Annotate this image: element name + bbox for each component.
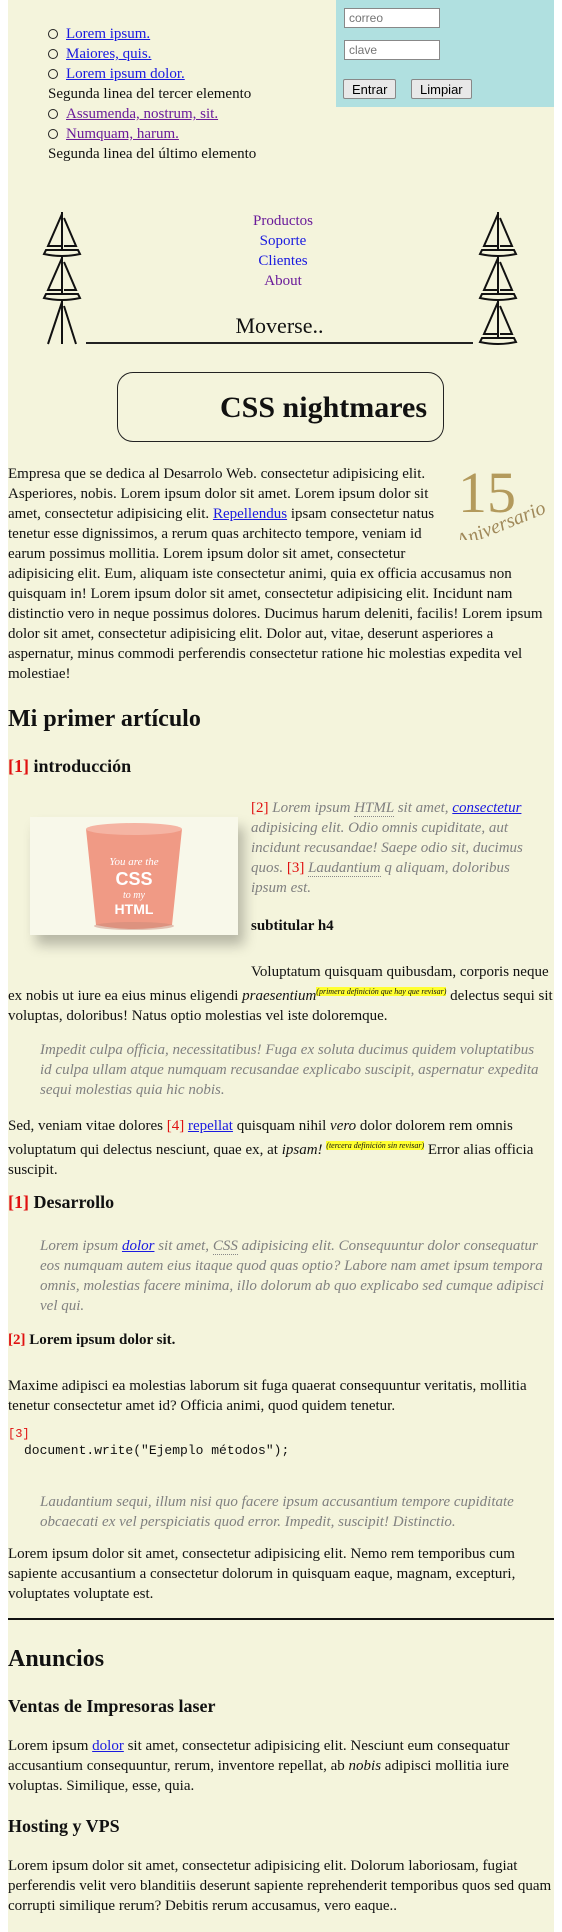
section-number: [2] — [8, 1332, 26, 1348]
abbreviation: CSS — [212, 1238, 238, 1255]
cup-text: to my — [123, 890, 146, 901]
logo-float — [440, 464, 554, 554]
nav-item-clientes[interactable]: Clientes — [198, 251, 368, 271]
abbreviation: HTML — [354, 800, 394, 817]
article-paragraph: Lorem ipsum dolor sit amet, consectetur … — [8, 1546, 516, 1602]
list-link[interactable]: Lorem ipsum dolor. — [66, 66, 185, 82]
list-item-continuation: Segunda linea del tercer elemento — [48, 86, 252, 102]
ad-heading: Hosting y VPS — [8, 1816, 120, 1836]
section-heading: [2] Lorem ipsum dolor sit. — [8, 1332, 176, 1348]
list-link[interactable]: Assumenda, nostrum, sit. — [66, 106, 218, 122]
nav-menu: Productos Soporte Clientes About — [198, 211, 368, 291]
site-title: CSS nightmares — [117, 372, 444, 442]
list-item: Assumenda, nostrum, sit. — [48, 104, 256, 124]
list-link[interactable]: Numquam, harum. — [66, 126, 179, 142]
ad-paragraph: Lorem ipsum dolor sit amet, consectetur … — [8, 1858, 552, 1914]
section-heading: [1] introducción — [8, 756, 132, 776]
ad-paragraph: Lorem ipsum dolor sit amet, consectetur … — [8, 1738, 510, 1794]
blockquote: [2] Lorem ipsum HTML sit amet, consectet… — [251, 800, 523, 896]
article-paragraph: Maxime adipisci ea molestias laborum sit… — [8, 1378, 527, 1414]
code-block: [3] document.write("Ejemplo métodos"); — [8, 1426, 289, 1460]
article-paragraph: Sed, veniam vitae dolores [4] repellat q… — [8, 1118, 534, 1178]
blockquote: Impedit culpa officia, necessitatibus! F… — [40, 1042, 539, 1098]
nav-item-soporte[interactable]: Soporte — [198, 231, 368, 251]
definition-note: (primera definición que hay que revisar) — [316, 987, 447, 996]
article-link[interactable]: repellat — [188, 1118, 233, 1134]
definition-note: (tercera definición sin revisar) — [326, 1141, 425, 1150]
cup-image: You are the CSS to my HTML — [30, 817, 238, 935]
list-link[interactable]: Lorem ipsum. — [66, 26, 150, 42]
list-link[interactable]: Maiores, quis. — [66, 46, 151, 62]
list-item: Lorem ipsum dolor. — [48, 64, 256, 84]
section-heading: [1] Desarrollo — [8, 1192, 115, 1212]
section-number: [1] — [8, 756, 29, 776]
page: Lorem ipsum. Maiores, quis. Lorem ipsum … — [8, 0, 554, 1932]
article-title: Mi primer artículo — [8, 706, 201, 732]
subtitle: subtitular h4 — [251, 918, 334, 934]
clear-button[interactable]: Limpiar — [411, 79, 472, 99]
enter-button[interactable]: Entrar — [343, 79, 397, 99]
ad-link[interactable]: dolor — [92, 1738, 124, 1754]
ads-title: Anuncios — [8, 1646, 105, 1672]
password-field[interactable] — [344, 40, 440, 60]
intro-paragraph: Empresa que se dedica al Desarrolo Web. … — [8, 464, 554, 684]
ad-heading: Ventas de Impresoras laser — [8, 1696, 216, 1716]
quote-link[interactable]: dolor — [122, 1238, 155, 1254]
article-paragraph: Voluptatum quisquam quibusdam, corporis … — [8, 964, 553, 1024]
cup-text: HTML — [115, 901, 154, 917]
cup-text: You are the — [109, 856, 158, 868]
code-line: document.write("Ejemplo métodos"); — [24, 1443, 290, 1458]
blockquote: Laudantium sequi, illum nisi quo facere … — [40, 1494, 514, 1530]
section-number: [1] — [8, 1192, 29, 1212]
nav-title: Moverse.. — [86, 312, 473, 344]
blockquote: Lorem ipsum dolor sit amet, CSS adipisic… — [40, 1238, 544, 1314]
sailboat-icon — [42, 212, 82, 345]
sailboat-icon — [478, 212, 518, 345]
top-list: Lorem ipsum. Maiores, quis. Lorem ipsum … — [48, 24, 256, 164]
list-item-continuation: Segunda linea del último elemento — [48, 146, 257, 162]
intro-link[interactable]: Repellendus — [213, 506, 287, 522]
login-panel: Entrar Limpiar — [336, 0, 554, 107]
code-number: [3] — [8, 1427, 30, 1441]
list-item: Numquam, harum. — [48, 124, 256, 144]
list-item: Lorem ipsum. — [48, 24, 256, 44]
abbreviation: Laudantium — [308, 860, 381, 877]
email-field[interactable] — [344, 8, 440, 28]
nav-item-productos[interactable]: Productos — [198, 211, 368, 231]
cup-text: CSS — [115, 869, 152, 889]
quote-link[interactable]: consectetur — [452, 800, 521, 816]
nav-item-about[interactable]: About — [198, 271, 368, 291]
list-item: Maiores, quis. — [48, 44, 256, 64]
divider — [8, 1618, 554, 1620]
